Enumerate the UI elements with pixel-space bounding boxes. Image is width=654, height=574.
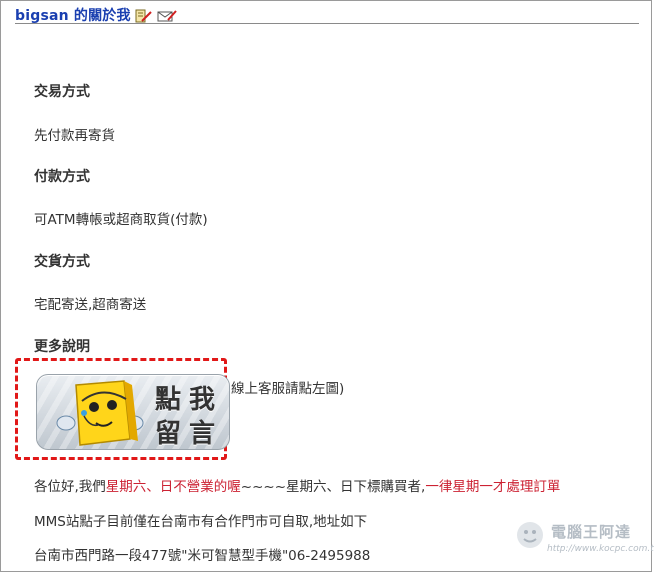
payment-method-title: 付款方式 [34,169,90,185]
mascot-icon [56,380,144,446]
notice-highlight-2: 一律星期一才處理訂單 [425,479,561,495]
watermark-url: http://www.kocpc.com.tw [547,544,654,554]
payment-method-text: 可ATM轉帳或超商取貨(付款) [34,212,208,228]
leave-message-button[interactable]: 點 我 留 言 [36,374,230,450]
page-title: bigsan 的關於我 [15,8,131,24]
holiday-notice: 各位好,我們星期六、日不營業的喔~~~~星期六、日下標購買者,一律星期一才處理訂… [34,475,560,495]
watermark-title: 電腦王阿達 [551,523,632,541]
address-text: 台南市西門路一段477號"米可智慧型手機"06-2495988 [34,548,371,564]
watermark-logo-icon [517,522,543,548]
more-info-text: 線上客服請點左圖) [231,381,345,397]
mail-icon[interactable] [157,8,177,22]
notice-highlight-1: 星期六、日不營業的喔 [105,479,241,495]
badge-char-3: 留 [155,419,182,449]
trade-method-text: 先付款再寄貨 [34,128,115,144]
delivery-method-title: 交貨方式 [34,254,90,270]
site-watermark: 電腦王阿達 http://www.kocpc.com.tw [515,519,654,559]
profile-panel: bigsan 的關於我 交易方式 先付款再寄貨 付款方式 可ATM轉帳或超商取貨… [0,0,654,572]
badge-char-2: 我 [189,385,216,415]
profile-header: bigsan 的關於我 [15,6,177,24]
edit-icon[interactable] [135,8,153,23]
trade-method-title: 交易方式 [34,84,90,100]
notice-part-3: ~~~~星期六、日下標購買者, [240,479,426,495]
notice-part-1: 各位好,我們 [34,479,106,495]
mms-pickup-text: MMS站點子目前僅在台南市有合作門市可自取,地址如下 [34,514,368,530]
header-divider [15,23,639,24]
delivery-method-text: 宅配寄送,超商寄送 [34,297,147,313]
leave-message-badge[interactable]: 點 我 留 言 [15,358,230,460]
badge-char-1: 點 [155,385,182,415]
more-info-title: 更多說明 [34,339,90,355]
badge-char-4: 言 [189,419,216,449]
